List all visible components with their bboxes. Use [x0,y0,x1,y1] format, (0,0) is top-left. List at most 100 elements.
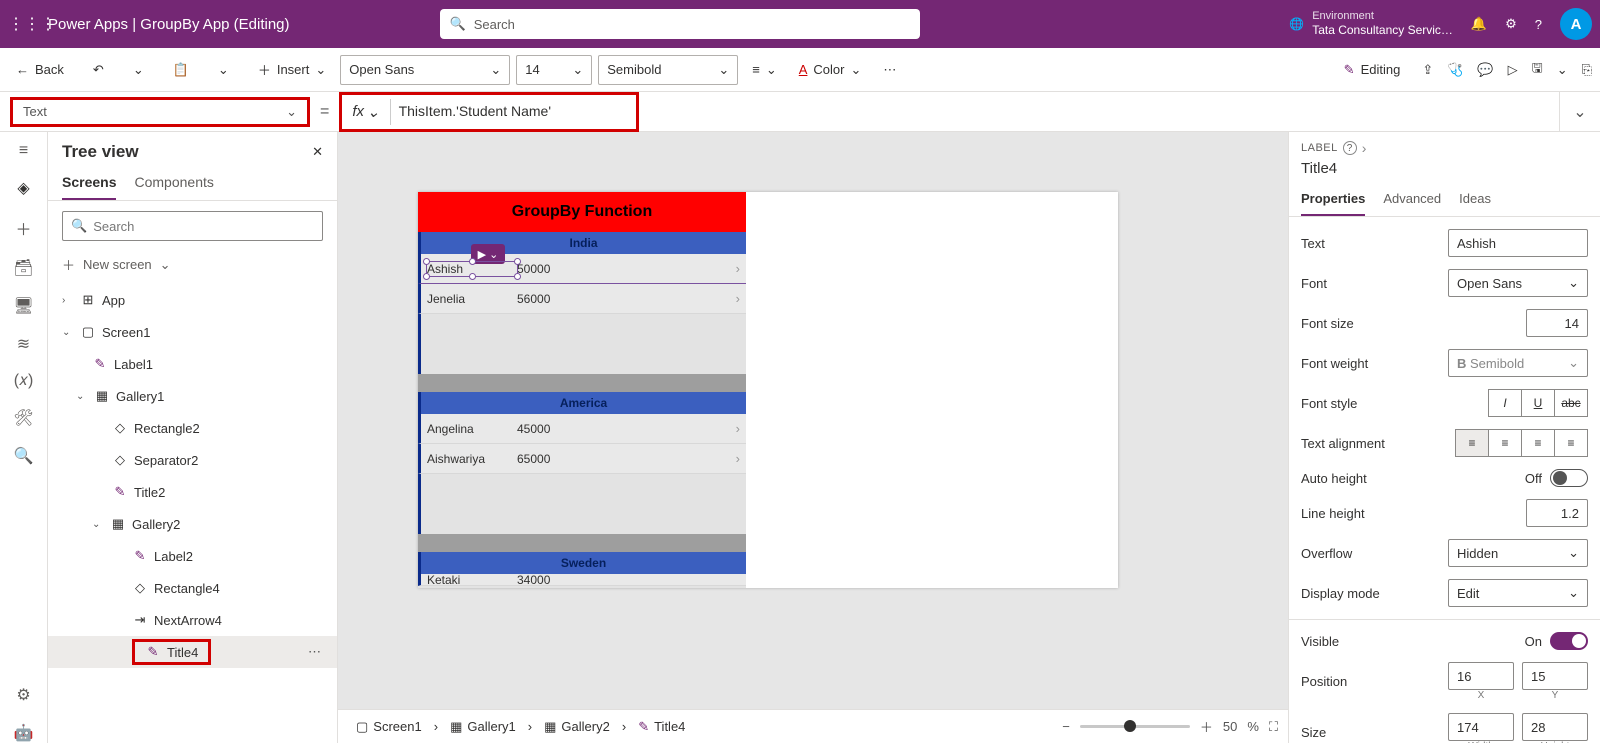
prop-lineheight-input[interactable]: 1.2 [1526,499,1588,527]
autoheight-toggle[interactable] [1550,469,1588,487]
tree-item-screen1[interactable]: ⌄▢Screen1 [48,316,337,348]
next-arrow-icon[interactable]: › [736,421,740,436]
zoom-out-icon[interactable]: − [1062,719,1070,734]
help-icon[interactable]: ? [1535,17,1542,32]
gallery-row[interactable]: Angelina 45000 › [418,414,746,444]
next-arrow-icon[interactable]: › [736,261,740,276]
global-search[interactable]: 🔍 Search [440,9,920,39]
tree-item-gallery2[interactable]: ⌄▦Gallery2 [48,508,337,540]
breadcrumb-screen[interactable]: ▢Screen1 [348,716,430,738]
font-color-button[interactable]: A Color ⌄ [791,58,870,82]
align-button[interactable]: ≡ ⌄ [744,58,785,82]
tools-icon[interactable]: 🛠 [13,408,33,428]
gallery-row[interactable]: Jenelia 56000 › [418,284,746,314]
prop-pos-x-input[interactable]: 16 [1448,662,1514,690]
more-button[interactable]: ⋯ [875,58,904,82]
share-icon[interactable]: ⇪ [1422,62,1433,78]
save-dropdown-icon[interactable]: ⌄ [1557,62,1568,78]
tree-item-nextarrow4[interactable]: ⇥NextArrow4 [48,604,337,636]
variables-icon[interactable]: (𝑥) [14,372,34,390]
publish-icon[interactable]: ⎘ [1582,62,1592,78]
underline-button[interactable]: U [1521,389,1555,417]
fit-icon[interactable]: ⛶ [1269,719,1278,735]
paste-dropdown[interactable]: ⌄ [210,58,237,82]
data-icon[interactable]: 🗃 [13,258,33,278]
chevron-right-icon[interactable]: › [1362,140,1367,156]
tree-item-rectangle2[interactable]: ◇Rectangle2 [48,412,337,444]
prop-size-w-input[interactable]: 174 [1448,713,1514,741]
tree-view-icon[interactable]: ◈ [17,178,29,198]
tree-item-gallery1[interactable]: ⌄▦Gallery1 [48,380,337,412]
font-size-select[interactable]: 14⌄ [516,55,592,85]
tab-components[interactable]: Components [134,174,213,200]
formula-text-start[interactable]: ThisItem.'Student Name' [391,103,559,120]
tree-item-title2[interactable]: ✎Title2 [48,476,337,508]
next-arrow-icon[interactable]: › [736,451,740,466]
notifications-icon[interactable]: 🔔 [1471,16,1487,32]
insert-button[interactable]: ＋Insert ⌄ [250,56,334,83]
tree-item-label1[interactable]: ✎Label1 [48,348,337,380]
tree-item-label2[interactable]: ✎Label2 [48,540,337,572]
prop-font-select[interactable]: Open Sans⌄ [1448,269,1588,297]
tab-advanced[interactable]: Advanced [1383,185,1441,216]
avatar[interactable]: A [1560,8,1592,40]
back-button[interactable]: ←Back [8,58,72,81]
breadcrumb-gallery2[interactable]: ▦Gallery2 [536,716,618,738]
app-launcher-icon[interactable]: ⋮⋮⋮ [8,14,40,34]
prop-displaymode-select[interactable]: Edit⌄ [1448,579,1588,607]
insert-icon[interactable]: ＋ [15,216,31,240]
align-center-button[interactable]: ≡ [1488,429,1522,457]
save-icon[interactable]: 🖫 [1532,59,1543,81]
search-rail-icon[interactable]: 🔍 [14,446,34,466]
align-left-button[interactable]: ≡ [1455,429,1489,457]
breadcrumb-gallery1[interactable]: ▦Gallery1 [442,716,524,738]
prop-pos-y-input[interactable]: 15 [1522,662,1588,690]
info-icon[interactable]: ? [1343,141,1357,155]
align-right-button[interactable]: ≡ [1521,429,1555,457]
prop-fontweight-select[interactable]: B Semibold⌄ [1448,349,1588,377]
environment-picker[interactable]: 🌐 Environment Tata Consultancy Servic… [1289,10,1453,38]
preview-icon[interactable]: ▷ [1508,62,1518,78]
settings-rail-icon[interactable]: ⚙ [16,685,30,705]
editing-mode[interactable]: ✎ Editing [1336,58,1409,82]
media-icon[interactable]: 🖥 [13,296,33,316]
strike-button[interactable]: abc [1554,389,1588,417]
gallery1[interactable]: India ▶ ⌄ Ashish [418,232,746,588]
tab-screens[interactable]: Screens [62,174,116,200]
prop-fontsize-input[interactable]: 14 [1526,309,1588,337]
prop-overflow-select[interactable]: Hidden⌄ [1448,539,1588,567]
next-arrow-icon[interactable]: › [736,291,740,306]
property-selector[interactable]: Text ⌄ [10,97,310,127]
tree-search[interactable]: 🔍 Search [62,211,323,241]
tree-item-title4[interactable]: ✎Title4 ⋯ [48,636,337,668]
formula-input[interactable] [639,92,1560,132]
tree-item-more-icon[interactable]: ⋯ [308,644,323,660]
tree-item-app[interactable]: ›⊞App [48,284,337,316]
paste-button[interactable]: 📋 [165,58,197,82]
flows-icon[interactable]: ≋ [17,334,30,354]
zoom-in-icon[interactable]: ＋ [1200,717,1213,736]
prop-size-h-input[interactable]: 28 [1522,713,1588,741]
gallery-row[interactable]: Ketaki 34000 [418,574,746,586]
health-icon[interactable]: 🩺 [1447,62,1463,78]
visible-toggle[interactable] [1550,632,1588,650]
prop-text-input[interactable]: Ashish [1448,229,1588,257]
fx-label[interactable]: fx⌄ [342,103,389,121]
gallery-row[interactable]: ▶ ⌄ Ashish [418,254,746,284]
expand-formula-icon[interactable]: ⌄ [1560,102,1600,122]
undo-button[interactable]: ↶ [85,58,112,82]
tab-properties[interactable]: Properties [1301,185,1365,216]
align-justify-button[interactable]: ≡ [1554,429,1588,457]
tree-item-separator2[interactable]: ◇Separator2 [48,444,337,476]
zoom-slider[interactable] [1080,725,1190,728]
new-screen-button[interactable]: ＋ New screen ⌄ [48,251,337,284]
tab-ideas[interactable]: Ideas [1459,185,1491,216]
font-select[interactable]: Open Sans⌄ [340,55,510,85]
tree-item-rectangle4[interactable]: ◇Rectangle4 [48,572,337,604]
hamburger-icon[interactable]: ≡ [19,142,28,160]
close-icon[interactable]: ✕ [312,144,323,160]
ask-icon[interactable]: 🤖 [14,723,34,743]
undo-dropdown[interactable]: ⌄ [125,58,152,82]
breadcrumb-title4[interactable]: ✎Title4 [630,716,693,738]
comments-icon[interactable]: 💬 [1477,62,1493,78]
